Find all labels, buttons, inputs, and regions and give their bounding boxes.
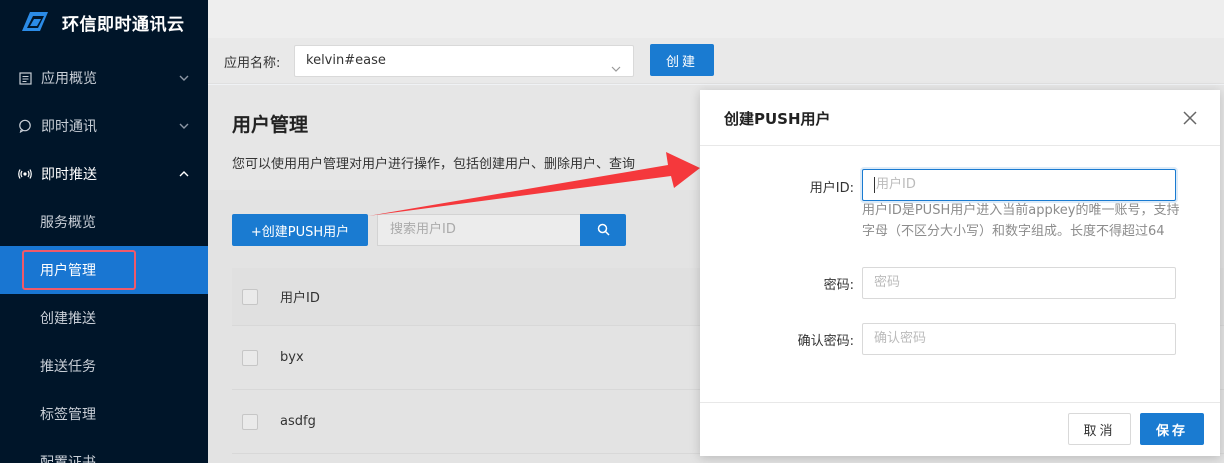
menu-item-label: 应用概览: [41, 71, 97, 87]
top-bar: [208, 0, 1224, 38]
menu-item-label: 即时推送: [41, 167, 97, 183]
logo-title: 环信即时通讯云: [62, 14, 185, 35]
password-label: 密码:: [823, 278, 854, 293]
user-id-help-text: 用户ID是PUSH用户进入当前appkey的唯一账号，支持字母（不区分大小写）和…: [862, 203, 1180, 239]
menu-item-app-overview[interactable]: 应用概览: [0, 54, 208, 102]
sidebar: 环信即时通讯云 应用概览 即时通讯 即时推送 服务概览 用户管理 创建推送 推送…: [0, 0, 208, 463]
row-checkbox[interactable]: [242, 413, 258, 430]
user-id-input[interactable]: 用户ID: [862, 169, 1176, 201]
app-select[interactable]: kelvin#ease: [294, 45, 634, 77]
app-select-value: kelvin#ease: [306, 53, 386, 68]
push-icon: [18, 167, 32, 181]
sub-item-certificates[interactable]: 配置证书: [0, 438, 208, 463]
annotation-highlight-box: [22, 250, 136, 290]
cancel-button[interactable]: 取消: [1068, 413, 1131, 445]
logo-icon: [18, 9, 52, 35]
sub-item-create-push[interactable]: 创建推送: [0, 294, 208, 342]
menu-item-push[interactable]: 即时推送: [0, 150, 208, 198]
chevron-down-icon: [178, 120, 190, 132]
page-title: 用户管理: [232, 114, 309, 136]
user-id-placeholder: 用户ID: [876, 177, 916, 192]
logo[interactable]: 环信即时通讯云: [0, 0, 208, 44]
create-push-user-modal: 创建PUSH用户 用户ID: 用户ID 用户ID是PUSH用户进入当前appke…: [700, 90, 1220, 456]
user-id-label: 用户ID:: [809, 181, 854, 196]
cell-user-id: byx: [280, 350, 304, 365]
app-name-label: 应用名称:: [224, 56, 281, 71]
sub-item-service-overview[interactable]: 服务概览: [0, 198, 208, 246]
modal-footer: 取消 保存: [700, 402, 1220, 456]
menu-item-label: 即时通讯: [41, 119, 97, 135]
chevron-down-icon: [611, 56, 621, 72]
chat-icon: [18, 119, 32, 133]
page-description: 您可以使用用户管理对用户进行操作，包括创建用户、删除用户、查询: [232, 157, 636, 172]
create-app-button[interactable]: 创建: [650, 44, 714, 76]
sub-item-push-tasks[interactable]: 推送任务: [0, 342, 208, 390]
search-user-input[interactable]: 搜索用户ID: [377, 214, 581, 246]
text-caret: [874, 176, 875, 193]
sub-item-tag-management[interactable]: 标签管理: [0, 390, 208, 438]
search-button[interactable]: [580, 214, 626, 246]
password-input[interactable]: 密码: [862, 267, 1176, 299]
create-push-user-button[interactable]: +创建PUSH用户: [232, 214, 368, 246]
menu-item-im[interactable]: 即时通讯: [0, 102, 208, 150]
select-all-checkbox[interactable]: [242, 288, 258, 305]
save-button[interactable]: 保存: [1140, 413, 1204, 445]
confirm-password-label: 确认密码:: [797, 334, 854, 349]
cell-user-id: asdfg: [280, 414, 316, 429]
confirm-password-input[interactable]: 确认密码: [862, 323, 1176, 355]
modal-title: 创建PUSH用户: [724, 110, 831, 128]
search-icon: [597, 221, 610, 240]
chevron-up-icon: [178, 168, 190, 180]
app-selector-bar: 应用名称: kelvin#ease 创建: [208, 38, 1224, 84]
chevron-down-icon: [178, 72, 190, 84]
modal-header: 创建PUSH用户: [700, 90, 1220, 146]
column-header-user-id: 用户ID: [280, 291, 320, 306]
row-checkbox[interactable]: [242, 349, 258, 366]
close-icon[interactable]: [1182, 110, 1198, 126]
document-icon: [18, 71, 32, 85]
